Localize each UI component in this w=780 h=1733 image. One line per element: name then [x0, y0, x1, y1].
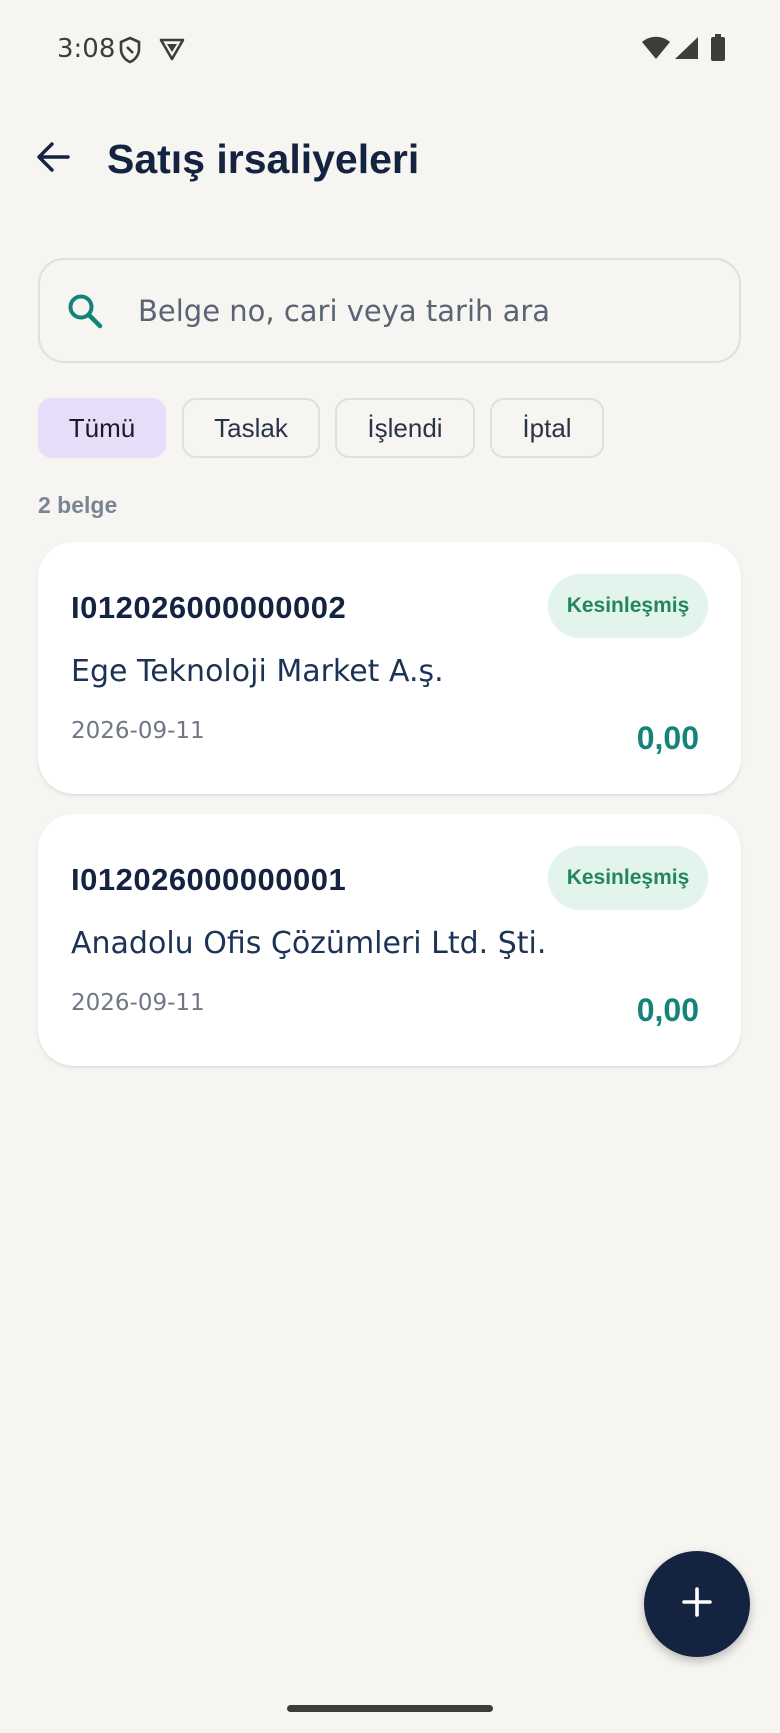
battery-icon — [710, 34, 726, 62]
search-input[interactable] — [138, 282, 718, 340]
screen: 3:08 Satış irsaliyeleri Belge no, cari v… — [0, 0, 780, 1733]
filter-chip-cancelled[interactable]: İptal — [490, 398, 604, 458]
status-badge: Kesinleşmiş — [548, 574, 708, 638]
document-card[interactable]: I012026000000001 Kesinleşmiş Anadolu Ofi… — [38, 814, 741, 1066]
document-number: I012026000000001 — [71, 862, 347, 897]
document-amount: 0,00 — [636, 992, 699, 1028]
document-date: 2026-09-11 — [71, 990, 205, 1016]
document-card[interactable]: I012026000000002 Kesinleşmiş Ege Teknolo… — [38, 542, 741, 794]
status-time: 3:08 — [57, 34, 116, 64]
filter-chip-label: İptal — [522, 412, 572, 443]
back-button[interactable] — [28, 134, 78, 184]
vpn-badge-icon — [158, 36, 186, 62]
document-date: 2026-09-11 — [71, 718, 205, 744]
search-box[interactable] — [38, 258, 741, 363]
app-bar: Satış irsaliyeleri — [0, 110, 780, 208]
filter-chip-draft[interactable]: Taslak — [182, 398, 320, 458]
status-badge-label: Kesinleşmiş — [566, 594, 690, 617]
status-badge: Kesinleşmiş — [548, 846, 708, 910]
customer-name: Ege Teknoloji Market A.ş. — [71, 654, 444, 689]
cell-signal-icon — [673, 36, 699, 60]
filter-chip-label: İşlendi — [367, 412, 443, 443]
arrow-left-icon — [36, 141, 70, 177]
search-icon — [66, 292, 104, 335]
page-title: Satış irsaliyeleri — [107, 136, 420, 182]
status-badge-label: Kesinleşmiş — [566, 866, 690, 889]
shield-icon — [118, 36, 142, 64]
add-document-button[interactable] — [644, 1551, 750, 1657]
filter-chip-processed[interactable]: İşlendi — [335, 398, 475, 458]
document-count: 2 belge — [38, 492, 118, 518]
home-indicator — [287, 1705, 493, 1712]
document-amount: 0,00 — [636, 720, 699, 756]
filter-chip-all[interactable]: Tümü — [38, 398, 166, 458]
customer-name: Anadolu Ofis Çözümleri Ltd. Şti. — [71, 926, 547, 961]
status-bar: 3:08 — [0, 0, 780, 98]
filter-chip-label: Tümü — [68, 412, 136, 443]
document-number: I012026000000002 — [71, 590, 347, 625]
plus-icon — [680, 1585, 714, 1624]
filter-chip-label: Taslak — [214, 412, 288, 443]
wifi-icon — [641, 36, 671, 60]
